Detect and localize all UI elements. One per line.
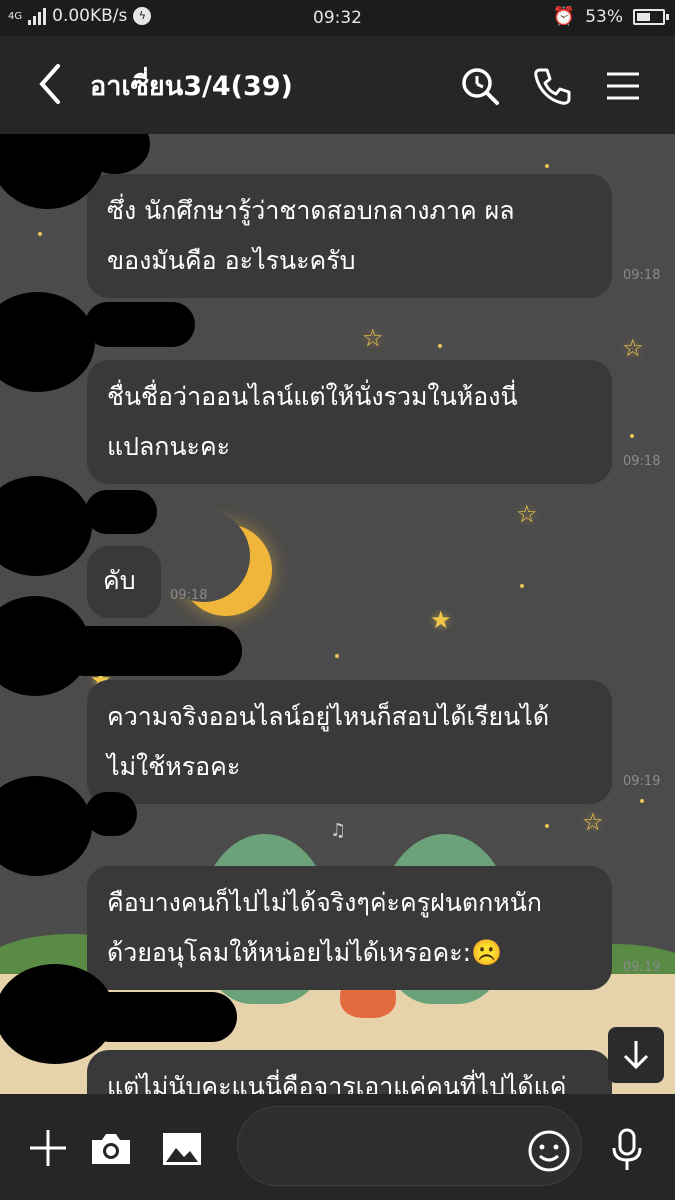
chevron-left-icon[interactable]	[30, 62, 70, 106]
message-time: 09:18	[623, 268, 661, 283]
chat-header: อาเซี่ยน3/4(39)	[0, 36, 675, 134]
star-icon: ☆	[362, 324, 384, 352]
message-time: 09:18	[170, 588, 208, 603]
image-icon[interactable]	[162, 1132, 202, 1166]
message-time: 09:19	[623, 774, 661, 789]
message-time: 09:19	[623, 960, 661, 975]
star-icon: ☆	[622, 334, 644, 362]
message-text: คับ	[103, 566, 136, 595]
star-icon: ★	[430, 606, 452, 634]
emoji-icon[interactable]	[528, 1130, 570, 1172]
input-bar	[0, 1094, 675, 1200]
music-note-icon: ♫	[330, 820, 347, 841]
status-bar: 4G 0.00KB/s ϟ 09:32 ⏰ 53%	[0, 0, 675, 36]
message-text: ความจริงออนไลน์อยู่ไหนก็สอบได้เรียนได้ ไ…	[107, 702, 550, 781]
message-text: ชื่นชื่อว่าออนไลน์แต่ให้นั่งรวมในห้องนี่…	[107, 382, 518, 461]
message-bubble[interactable]: ซึ่ง นักศึกษารู้ว่าชาดสอบกลางภาค ผล ของม…	[87, 174, 612, 298]
message-text: แต่ไม่นับคะแนนี่คือจารเอาแค่คนที่ไปได้แค…	[107, 1072, 567, 1094]
message-bubble[interactable]: ชื่นชื่อว่าออนไลน์แต่ให้นั่งรวมในห้องนี่…	[87, 360, 612, 484]
battery-percent: 53%	[585, 6, 623, 27]
star-icon: ☆	[582, 808, 604, 836]
message-bubble[interactable]: ความจริงออนไลน์อยู่ไหนก็สอบได้เรียนได้ ไ…	[87, 680, 612, 804]
scroll-down-button[interactable]	[608, 1027, 664, 1083]
chat-area[interactable]: ☆ ☆ ☆ ★ ★ ☆ ♫ ซึ่ง นักศึกษารู้ว่าชาดสอบก…	[0, 134, 675, 1094]
plus-icon[interactable]	[28, 1128, 68, 1168]
message-bubble[interactable]: คือบางคนก็ไปไม่ได้จริงๆค่ะครูฝนตกหนัก ด้…	[87, 866, 612, 990]
chat-title: อาเซี่ยน3/4(39)	[90, 71, 293, 102]
message-text: ซึ่ง นักศึกษารู้ว่าชาดสอบกลางภาค ผล ของม…	[107, 196, 515, 275]
menu-icon[interactable]	[603, 66, 643, 106]
star-icon: ☆	[516, 500, 538, 528]
message-time: 09:18	[623, 454, 661, 469]
camera-icon[interactable]	[90, 1132, 132, 1166]
alarm-icon: ⏰	[552, 6, 576, 27]
message-bubble[interactable]: คับ	[87, 546, 161, 618]
microphone-icon[interactable]	[610, 1128, 644, 1172]
phone-icon[interactable]	[532, 66, 572, 106]
battery-icon	[633, 8, 669, 25]
message-bubble[interactable]: แต่ไม่นับคะแนนี่คือจารเอาแค่คนที่ไปได้แค…	[87, 1050, 612, 1094]
message-text: คือบางคนก็ไปไม่ได้จริงๆค่ะครูฝนตกหนัก ด้…	[107, 888, 542, 967]
search-icon[interactable]	[460, 66, 500, 106]
arrow-down-icon	[623, 1041, 649, 1070]
